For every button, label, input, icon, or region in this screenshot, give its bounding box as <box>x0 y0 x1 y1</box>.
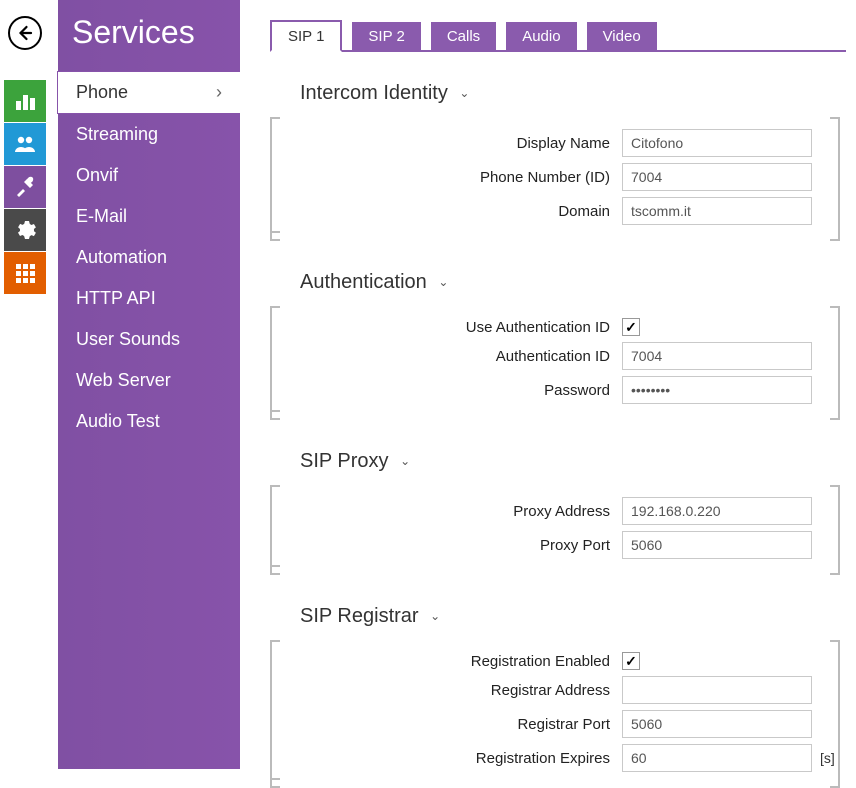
sidebar-item-usersounds[interactable]: User Sounds <box>58 319 240 360</box>
gear-icon[interactable] <box>4 209 46 251</box>
label-phone-number: Phone Number (ID) <box>272 169 622 186</box>
label-proxy-address: Proxy Address <box>272 503 622 520</box>
sidebar-item-email[interactable]: E-Mail <box>58 196 240 237</box>
section-title: Intercom Identity <box>300 82 448 104</box>
tab-sip2[interactable]: SIP 2 <box>352 22 420 50</box>
chevron-down-icon: ⌄ <box>438 275 448 289</box>
tab-video[interactable]: Video <box>587 22 657 50</box>
sidebar-item-phone[interactable]: Phone › <box>57 71 240 114</box>
section-identity: Intercom Identity ⌄ Display Name Phone N… <box>270 82 846 241</box>
chevron-right-icon: › <box>216 82 222 103</box>
input-display-name[interactable] <box>622 129 812 157</box>
sidebar-item-onvif[interactable]: Onvif <box>58 155 240 196</box>
section-header-auth[interactable]: Authentication ⌄ <box>270 271 846 294</box>
sidebar-item-label: Streaming <box>76 124 158 144</box>
label-auth-id: Authentication ID <box>272 348 622 365</box>
sidebar-item-label: Automation <box>76 247 167 267</box>
label-reg-expires: Registration Expires <box>272 750 622 767</box>
tools-icon[interactable] <box>4 166 46 208</box>
grid-icon[interactable] <box>4 252 46 294</box>
input-proxy-port[interactable] <box>622 531 812 559</box>
sidebar-item-label: HTTP API <box>76 288 156 308</box>
tab-sip1[interactable]: SIP 1 <box>270 20 342 52</box>
input-reg-port[interactable] <box>622 710 812 738</box>
sidebar-item-automation[interactable]: Automation <box>58 237 240 278</box>
input-reg-expires[interactable] <box>622 744 812 772</box>
sidebar-item-audiotest[interactable]: Audio Test <box>58 401 240 442</box>
input-reg-address[interactable] <box>622 676 812 704</box>
sidebar-item-label: User Sounds <box>76 329 180 349</box>
sidebar-item-label: Onvif <box>76 165 118 185</box>
section-title: SIP Proxy <box>300 450 389 472</box>
input-phone-number[interactable] <box>622 163 812 191</box>
section-header-registrar[interactable]: SIP Registrar ⌄ <box>270 605 846 628</box>
sidebar: Services Phone › Streaming Onvif E-Mail … <box>58 0 240 769</box>
label-password: Password <box>272 382 622 399</box>
input-password[interactable] <box>622 376 812 404</box>
sidebar-item-label: Audio Test <box>76 411 160 431</box>
label-reg-enabled: Registration Enabled <box>272 653 622 670</box>
sidebar-item-label: Phone <box>76 82 128 103</box>
sidebar-item-label: E-Mail <box>76 206 127 226</box>
back-button[interactable] <box>8 16 42 50</box>
section-proxy: SIP Proxy ⌄ Proxy Address Proxy Port <box>270 450 846 575</box>
chart-icon[interactable] <box>4 80 46 122</box>
section-header-proxy[interactable]: SIP Proxy ⌄ <box>270 450 846 473</box>
tab-label: Video <box>603 28 641 45</box>
sidebar-item-httpapi[interactable]: HTTP API <box>58 278 240 319</box>
tab-label: SIP 2 <box>368 28 404 45</box>
label-domain: Domain <box>272 203 622 220</box>
label-reg-port: Registrar Port <box>272 716 622 733</box>
label-display-name: Display Name <box>272 135 622 152</box>
checkbox-reg-enabled[interactable] <box>622 652 640 670</box>
main-content: SIP 1 SIP 2 Calls Audio Video Intercom I… <box>240 0 856 769</box>
chevron-down-icon: ⌄ <box>430 609 440 623</box>
tab-audio[interactable]: Audio <box>506 22 576 50</box>
sidebar-item-streaming[interactable]: Streaming <box>58 114 240 155</box>
label-use-auth-id: Use Authentication ID <box>272 319 622 336</box>
tab-bar: SIP 1 SIP 2 Calls Audio Video <box>270 20 846 52</box>
input-proxy-address[interactable] <box>622 497 812 525</box>
tab-calls[interactable]: Calls <box>431 22 496 50</box>
sidebar-title: Services <box>58 0 240 71</box>
tab-label: Calls <box>447 28 480 45</box>
tab-label: SIP 1 <box>288 28 324 45</box>
section-title: SIP Registrar <box>300 605 419 627</box>
chevron-down-icon: ⌄ <box>400 454 410 468</box>
tab-label: Audio <box>522 28 560 45</box>
input-auth-id[interactable] <box>622 342 812 370</box>
input-domain[interactable] <box>622 197 812 225</box>
checkbox-use-auth-id[interactable] <box>622 318 640 336</box>
section-header-identity[interactable]: Intercom Identity ⌄ <box>270 82 846 105</box>
section-registrar: SIP Registrar ⌄ Registration Enabled Reg… <box>270 605 846 788</box>
label-proxy-port: Proxy Port <box>272 537 622 554</box>
users-icon[interactable] <box>4 123 46 165</box>
sidebar-item-webserver[interactable]: Web Server <box>58 360 240 401</box>
section-title: Authentication <box>300 271 427 293</box>
section-auth: Authentication ⌄ Use Authentication ID A… <box>270 271 846 420</box>
unit-seconds: [s] <box>820 750 835 766</box>
sidebar-item-label: Web Server <box>76 370 171 390</box>
label-reg-address: Registrar Address <box>272 682 622 699</box>
icon-column <box>0 0 50 769</box>
chevron-down-icon: ⌄ <box>459 86 469 100</box>
